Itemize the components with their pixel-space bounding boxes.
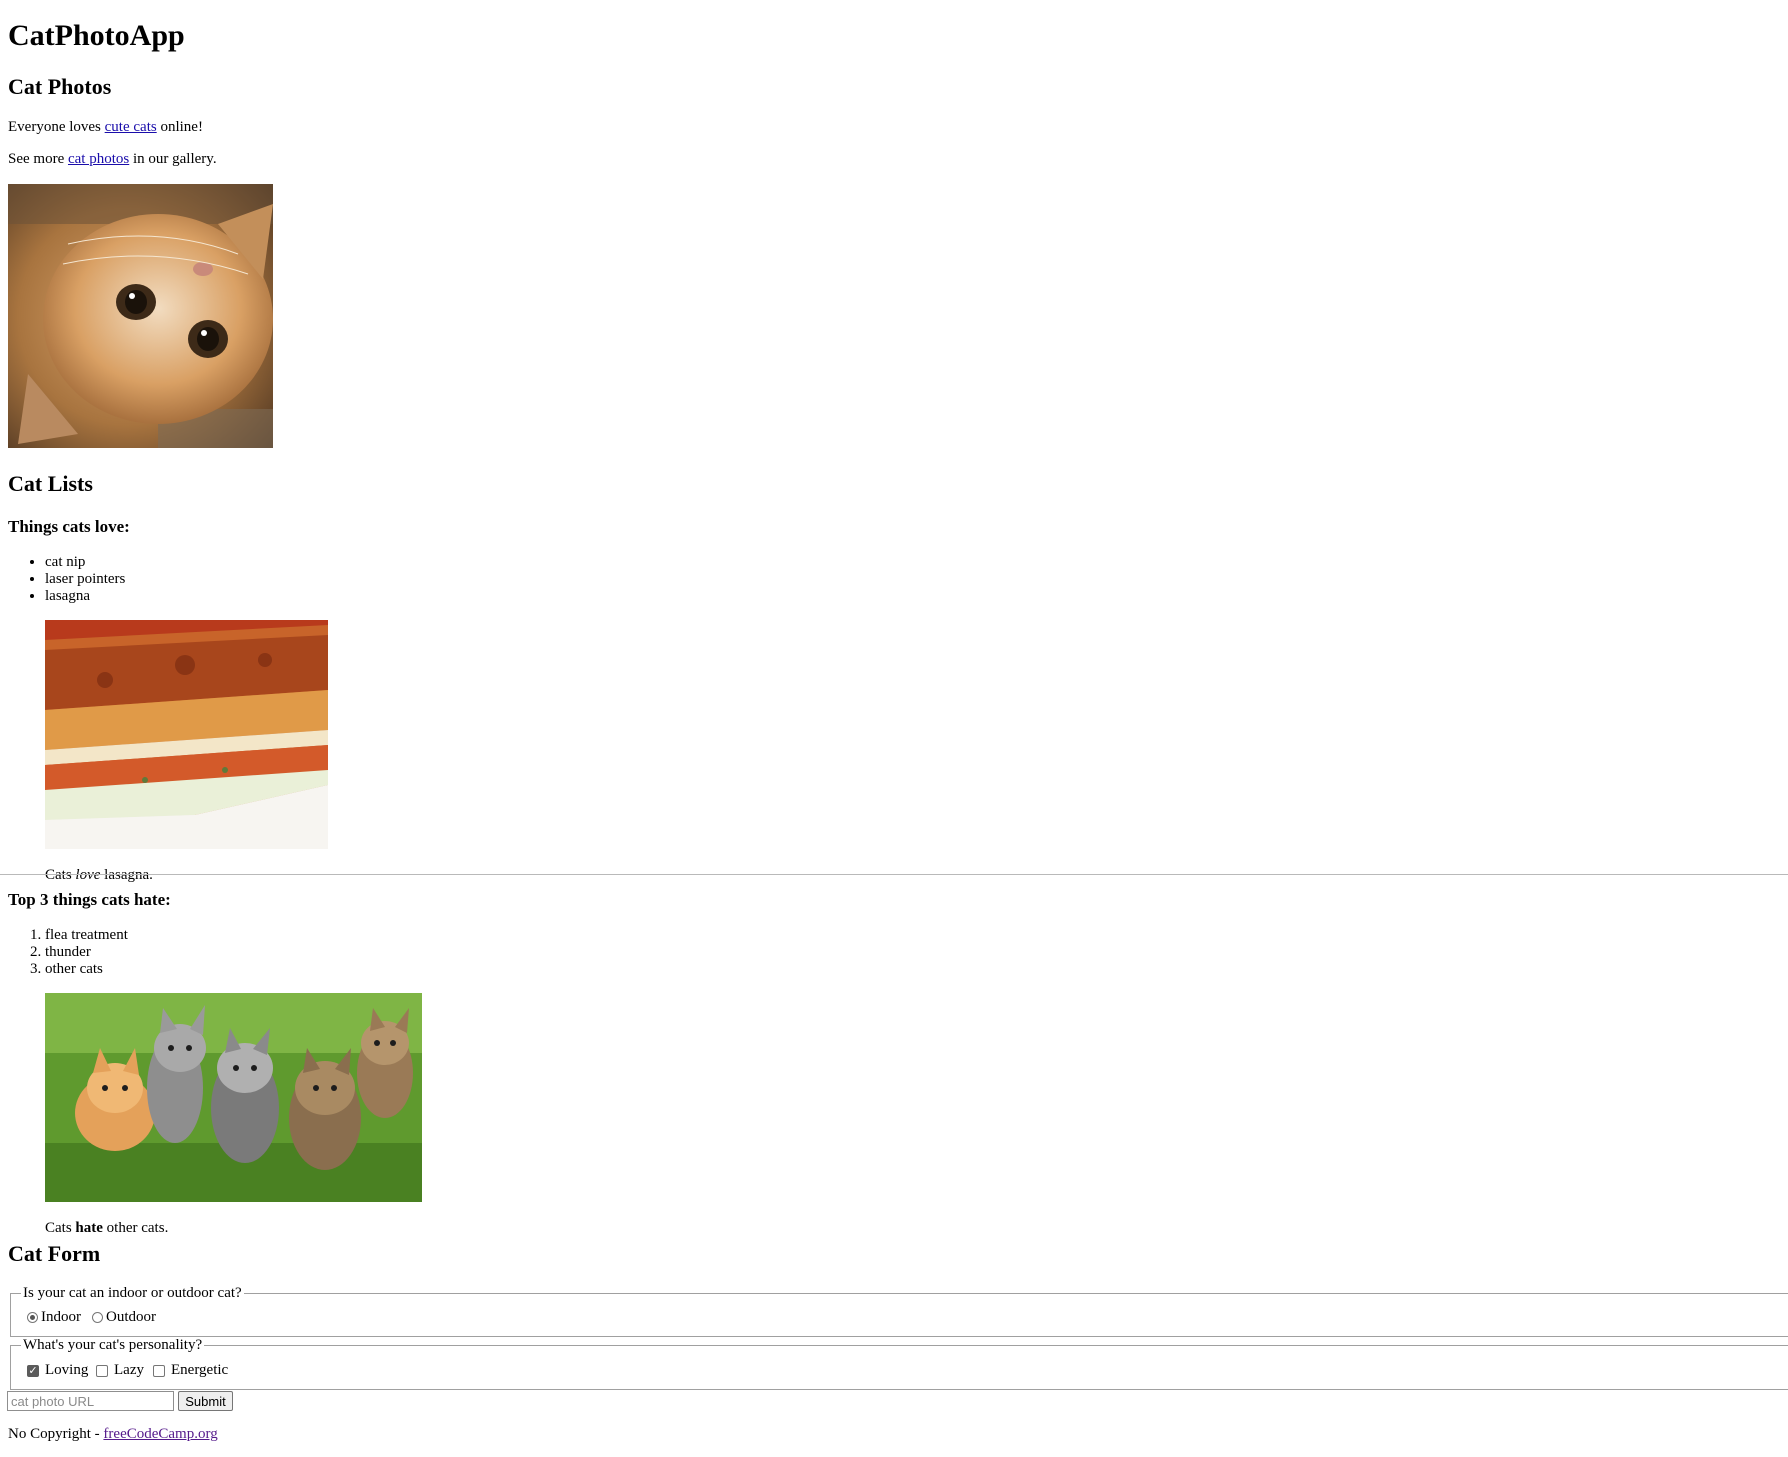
loving-label: Loving [45,1362,89,1378]
love-heading: Things cats love: [8,517,130,536]
cat-lists-heading: Cat Lists [8,471,93,496]
cat-form-heading: Cat Form [8,1241,101,1266]
gallery-paragraph: See more cat photos in our gallery. [8,151,217,167]
indoor-radio[interactable] [27,1312,38,1324]
divider [0,874,1788,875]
outdoor-option[interactable]: Outdoor [92,1309,156,1326]
cat-photos-heading: Cat Photos [8,74,112,99]
photo-url-input[interactable] [7,1391,174,1411]
lasagna-photo [45,620,328,849]
intro-paragraph: Everyone loves cute cats online! [8,119,203,135]
lazy-label: Lazy [114,1362,144,1378]
lazy-option[interactable]: Lazy [96,1362,144,1379]
list-item: cat nip [45,554,125,571]
energetic-option[interactable]: Energetic [153,1362,228,1379]
hate-heading: Top 3 things cats hate: [8,890,171,909]
submit-button[interactable]: Submit [178,1391,233,1411]
list-item: other cats [45,961,128,978]
hate-caption: Cats hate other cats. [45,1220,169,1236]
outdoor-radio[interactable] [92,1312,103,1324]
lazy-checkbox[interactable] [96,1364,108,1377]
indoor-option[interactable]: Indoor [27,1309,81,1326]
personality-fieldset: What's your cat's personality? [10,1337,1788,1390]
kittens-photo [45,993,422,1202]
location-fieldset: Is your cat an indoor or outdoor cat? [10,1285,1788,1337]
list-item: thunder [45,944,128,961]
cat-photos-link[interactable]: cat photos [68,151,129,167]
cute-cats-link[interactable]: cute cats [105,119,157,135]
energetic-label: Energetic [171,1362,229,1378]
love-list: cat nip laser pointers lasagna [0,554,125,605]
location-legend: Is your cat an indoor or outdoor cat? [23,1285,242,1301]
loving-checkbox[interactable]: ✓ [27,1364,39,1377]
personality-legend: What's your cat's personality? [23,1337,203,1353]
hate-list: flea treatment thunder other cats [0,927,128,978]
app-title: CatPhotoApp [8,19,185,52]
freecodecamp-link[interactable]: freeCodeCamp.org [103,1426,217,1442]
indoor-label: Indoor [41,1309,81,1325]
loving-option[interactable]: ✓ Loving [27,1362,88,1379]
outdoor-label: Outdoor [106,1309,156,1325]
list-item: flea treatment [45,927,128,944]
kitten-photo[interactable] [8,184,273,448]
list-item: lasagna [45,588,125,605]
footer-text: No Copyright - freeCodeCamp.org [8,1426,218,1442]
list-item: laser pointers [45,571,125,588]
love-caption: Cats love lasagna. [45,867,153,883]
energetic-checkbox[interactable] [153,1364,165,1377]
